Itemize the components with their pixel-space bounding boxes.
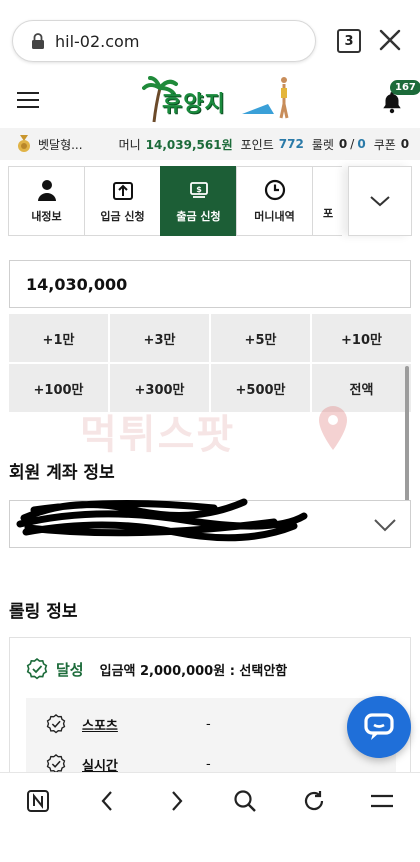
site-logo[interactable]: 휴양지	[142, 74, 302, 124]
logo-text: 휴양지	[162, 92, 226, 117]
badge-check-icon	[26, 658, 48, 680]
clock-icon	[264, 179, 285, 200]
scrollbar[interactable]	[405, 366, 409, 512]
deposit-icon	[112, 181, 133, 200]
rolling-list: 스포츠 - 실시간 -	[26, 698, 396, 778]
naver-home-icon[interactable]	[26, 789, 50, 813]
coupon-value: 0	[400, 137, 410, 151]
tab-deposit[interactable]: 입금 신청	[84, 166, 160, 236]
amount-button[interactable]: +5만	[211, 314, 310, 362]
roulette-used: 0	[338, 137, 348, 151]
list-item: 스포츠 -	[46, 714, 211, 734]
badge-check-icon	[46, 754, 66, 774]
close-icon[interactable]	[378, 28, 402, 52]
rolling-status: 달성 입금액 2,000,000원 : 선택안함	[26, 658, 287, 680]
site-header: 휴양지 167	[0, 72, 420, 128]
rolling-status-label: 달성	[56, 660, 84, 679]
chat-button[interactable]	[347, 696, 411, 758]
browser-url-bar: hil-02.com 3	[0, 0, 420, 72]
amount-button-grid: +1만 +3만 +5만 +10만 +100만 +300만 +500만 전액	[9, 314, 411, 412]
rolling-item-value: -	[206, 716, 211, 732]
watermark-text: 먹튀스팟	[80, 412, 236, 458]
badge-check-icon	[46, 714, 66, 734]
notification-badge: 167	[390, 80, 420, 95]
coupon-label: 쿠폰	[373, 137, 396, 152]
lock-icon	[32, 33, 44, 49]
back-icon[interactable]	[96, 789, 120, 813]
refresh-icon[interactable]	[302, 789, 326, 813]
menu-icon[interactable]	[370, 789, 394, 813]
chevron-down-icon	[374, 519, 396, 532]
tab-label: 출금 신청	[176, 209, 221, 223]
map-pin-icon	[319, 406, 347, 450]
withdraw-icon: $	[189, 181, 208, 198]
money-value: 14,039,561원	[145, 137, 233, 152]
account-info-title: 회원 계좌 정보	[9, 463, 115, 483]
rolling-info-title: 롤링 정보	[9, 602, 78, 622]
rolling-item-name[interactable]: 실시간	[82, 755, 206, 774]
medal-icon	[18, 135, 30, 152]
watermark: 먹튀스팟	[80, 402, 360, 462]
rolling-item-value: -	[206, 756, 211, 772]
rolling-item-name[interactable]: 스포츠	[82, 715, 206, 734]
url-text: hil-02.com	[55, 31, 140, 51]
chat-bubble-icon	[364, 713, 394, 740]
account-tab-row: 내정보 입금 신청 $ 출금 신청 머니내역 포	[8, 166, 412, 236]
tab-partial[interactable]: 포	[312, 166, 342, 236]
svg-text:$: $	[196, 185, 202, 194]
username[interactable]: 벳달형...	[38, 136, 83, 153]
browser-bottom-bar	[0, 772, 420, 862]
withdraw-amount-input[interactable]: 14,030,000	[9, 260, 411, 308]
roulette-label: 룰렛	[311, 137, 334, 152]
tab-withdraw[interactable]: $ 출금 신청	[160, 166, 236, 236]
roulette-total: 0	[357, 137, 366, 151]
user-info-strip: 벳달형... 머니 14,039,561원 포인트 772 룰렛 0 / 0 쿠…	[0, 128, 420, 160]
amount-button[interactable]: +3만	[110, 314, 209, 362]
tab-label: 포	[323, 207, 334, 220]
tab-label: 머니내역	[254, 209, 295, 223]
roulette-separator: /	[350, 137, 355, 151]
money-label: 머니	[118, 137, 141, 152]
point-value: 772	[278, 137, 304, 151]
amount-button[interactable]: +1만	[9, 314, 108, 362]
tab-label: 내정보	[31, 209, 62, 223]
redaction-scribble	[16, 498, 308, 542]
search-icon[interactable]	[233, 789, 257, 813]
amount-button[interactable]: +10만	[312, 314, 411, 362]
rolling-info-box: 달성 입금액 2,000,000원 : 선택안함 스포츠 - 실시간 -	[9, 637, 411, 778]
forward-icon[interactable]	[164, 789, 188, 813]
point-label: 포인트	[240, 137, 274, 152]
tab-my-info[interactable]: 내정보	[8, 166, 84, 236]
tab-more-button[interactable]	[348, 166, 412, 236]
user-icon	[37, 179, 56, 201]
tab-label: 입금 신청	[100, 209, 145, 223]
tab-switcher-button[interactable]: 3	[337, 29, 361, 53]
rolling-deposit-text: 입금액 2,000,000원 : 선택안함	[99, 663, 288, 679]
list-item: 실시간 -	[46, 754, 211, 774]
chevron-down-icon	[370, 196, 390, 207]
tab-money-history[interactable]: 머니내역	[236, 166, 312, 236]
menu-icon[interactable]	[17, 92, 39, 108]
address-bar[interactable]: hil-02.com	[12, 20, 316, 62]
